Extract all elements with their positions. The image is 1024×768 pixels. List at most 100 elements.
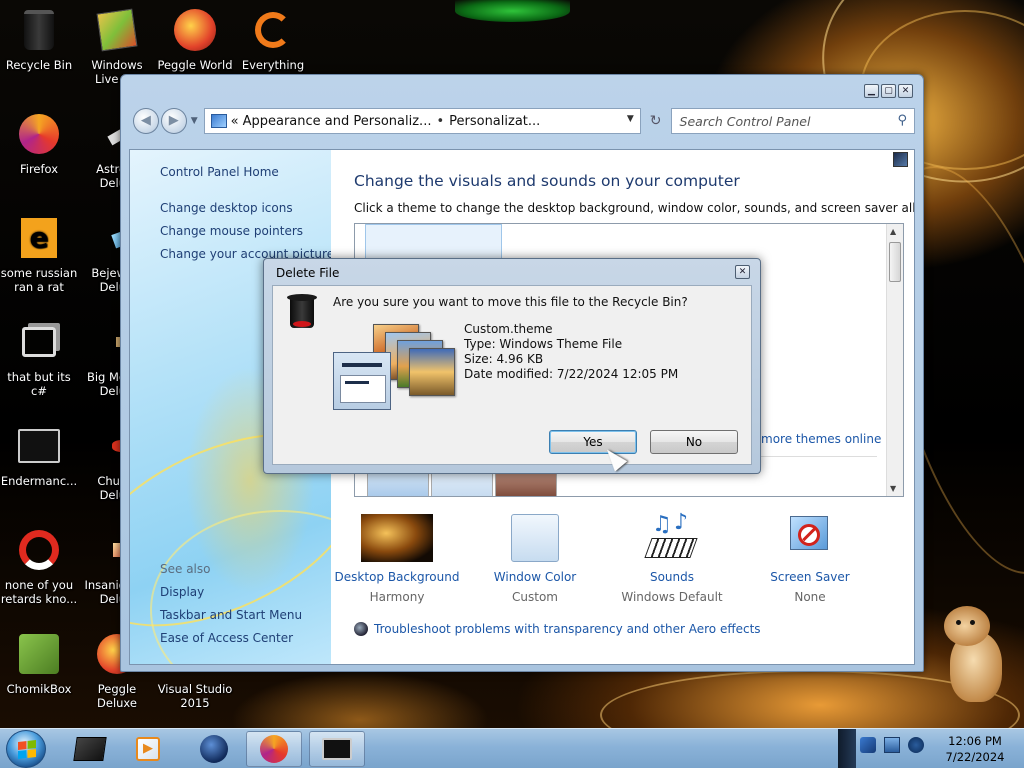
desktop-icon-astro-deluxe[interactable]: Astro Delu (78, 110, 126, 190)
taskbar-app-window[interactable] (62, 731, 118, 767)
desktop-icon-recycle-bin[interactable]: Recycle Bin (0, 6, 78, 72)
desktop-icon-insaniquarium-deluxe[interactable]: Insaniq Delu (78, 526, 126, 606)
see-also-heading: See also (160, 562, 211, 576)
tray-app-icon[interactable] (860, 737, 876, 753)
theme-list-scrollbar[interactable]: ▲ ▼ (886, 224, 903, 496)
start-button[interactable] (6, 730, 46, 768)
breadcrumb-overflow[interactable]: « (231, 114, 239, 129)
desktop-icon-chuzzle-deluxe[interactable]: Chuz Delu (78, 422, 126, 502)
sidebar-change-mouse-pointers[interactable]: Change mouse pointers (160, 224, 303, 238)
hamster-desktop-pet[interactable] (940, 606, 1006, 706)
breadcrumb-personalization[interactable]: Personalizat... (449, 114, 540, 129)
no-button[interactable]: No (650, 430, 738, 454)
dialog-question: Are you sure you want to move this file … (333, 295, 688, 309)
help-icon[interactable] (893, 152, 908, 167)
scroll-thumb[interactable] (889, 242, 901, 282)
dialog-body: Are you sure you want to move this file … (272, 285, 752, 465)
search-icon[interactable]: ⚲ (897, 113, 907, 128)
dialog-title: Delete File (276, 266, 340, 280)
desktop-icon-bejeweled-deluxe[interactable]: Bejew Delu (78, 214, 126, 294)
firefox-icon (15, 110, 63, 158)
desktop-background-icon (361, 514, 433, 562)
search-input[interactable]: Search Control Panel ⚲ (670, 108, 916, 134)
breadcrumb-appearance[interactable]: Appearance and Personaliz... (243, 114, 432, 129)
clock-time: 12:06 PM (948, 734, 1002, 748)
sounds-icon: ♫ ♪ (644, 510, 698, 562)
wallpaper-glow (455, 0, 570, 22)
scroll-down-icon[interactable]: ▼ (890, 484, 896, 493)
dialog-close-button[interactable]: ✕ (735, 265, 750, 279)
network-icon[interactable] (884, 737, 900, 753)
file-details: Custom.theme Type: Windows Theme File Si… (464, 322, 678, 382)
recent-pages-dropdown[interactable]: ▼ (191, 116, 198, 126)
chevron-down-icon[interactable]: ▼ (627, 114, 634, 124)
theme-settings: Desktop Background Harmony Window Color … (335, 510, 904, 614)
file-type: Type: Windows Theme File (464, 337, 623, 351)
maximize-button[interactable]: ▢ (881, 84, 896, 98)
desktop-icon-peggle-world[interactable]: Peggle World (156, 6, 234, 72)
windows-logo-icon (18, 740, 36, 759)
volume-icon[interactable] (908, 737, 924, 753)
everything-search-icon (249, 6, 297, 54)
troubleshoot-aero-link[interactable]: Troubleshoot problems with transparency … (354, 622, 761, 636)
refresh-icon[interactable]: ↻ (641, 113, 671, 129)
sidebar-change-desktop-icons[interactable]: Change desktop icons (160, 201, 293, 215)
desktop-icon-firefox[interactable]: Firefox (0, 110, 78, 176)
taskbar: ▶ 12:06 PM 7/22/2024 (0, 728, 1024, 768)
file-size: Size: 4.96 KB (464, 352, 544, 366)
desktop-icon-everything[interactable]: Everything (234, 6, 312, 72)
desktop-background-setting[interactable]: Desktop Background Harmony (332, 514, 462, 604)
close-button[interactable]: ✕ (898, 84, 913, 98)
system-clock[interactable]: 12:06 PM 7/22/2024 (935, 733, 1015, 765)
desktop-icon-endermanch[interactable]: Endermanc... (0, 422, 78, 488)
theme-file-icon (333, 322, 457, 414)
window-app-icon (73, 737, 107, 761)
globe-icon (200, 735, 228, 763)
screen-saver-icon (788, 514, 832, 562)
peggle-world-icon (171, 6, 219, 54)
clock-date: 7/22/2024 (945, 750, 1005, 764)
minimize-button[interactable]: ▁ (864, 84, 879, 98)
search-placeholder: Search Control Panel (679, 113, 811, 129)
page-subtitle: Click a theme to change the desktop back… (354, 201, 915, 215)
desktop-icon-none-of-you[interactable]: none of you retards kno... (0, 526, 78, 606)
sidebar-control-panel-home[interactable]: Control Panel Home (160, 165, 279, 179)
delete-file-dialog: Delete File ✕ Are you sure you want to m… (263, 258, 761, 474)
divider (761, 456, 877, 457)
yes-button[interactable]: Yes (549, 430, 637, 454)
taskbar-firefox[interactable] (246, 731, 302, 767)
windows-live-mail-icon (93, 6, 141, 54)
red-swirl-icon (15, 526, 63, 574)
sidebar-display[interactable]: Display (160, 585, 204, 599)
sidebar-ease-of-access[interactable]: Ease of Access Center (160, 631, 293, 645)
desktop-icon-chomikbox[interactable]: ChomikBox (0, 630, 78, 696)
system-tray (860, 737, 924, 753)
taskbar-control-panel[interactable] (309, 731, 365, 767)
recycle-bin-icon (15, 6, 63, 54)
taskbar-media-player[interactable]: ▶ (120, 731, 176, 767)
file-shortcut-icon: e (15, 214, 63, 262)
sidebar-taskbar-start-menu[interactable]: Taskbar and Start Menu (160, 608, 302, 622)
window-app-icon (15, 422, 63, 470)
forward-button[interactable]: ▶ (160, 108, 187, 134)
desktop-icon-russian-rat[interactable]: e some russian ran a rat (0, 214, 78, 294)
taskbar-globe-app[interactable] (186, 731, 242, 767)
screen-saver-setting[interactable]: Screen Saver None (745, 514, 875, 604)
scroll-up-icon[interactable]: ▲ (890, 227, 896, 236)
file-name: Custom.theme (464, 322, 553, 336)
page-title: Change the visuals and sounds on your co… (354, 172, 740, 190)
more-themes-online-link[interactable]: more themes online (761, 432, 881, 446)
desktop-icon-big-money-deluxe[interactable]: Big Me Delu (78, 318, 126, 398)
taskbar-divider (838, 729, 856, 768)
media-player-icon: ▶ (136, 737, 160, 761)
back-button[interactable]: ◀ (133, 108, 159, 134)
control-panel-icon (210, 114, 227, 128)
breadcrumb-separator: • (436, 113, 445, 129)
desktop-icon-that-but-its-csharp[interactable]: that but its c# (0, 318, 78, 398)
breadcrumb[interactable]: « Appearance and Personaliz... • Persona… (203, 108, 641, 134)
window-color-setting[interactable]: Window Color Custom (470, 514, 600, 604)
sounds-setting[interactable]: ♫ ♪ Sounds Windows Default (607, 510, 737, 604)
chomikbox-icon (15, 630, 63, 678)
window-stack-icon (15, 318, 63, 366)
selected-theme-tile[interactable] (365, 224, 502, 260)
